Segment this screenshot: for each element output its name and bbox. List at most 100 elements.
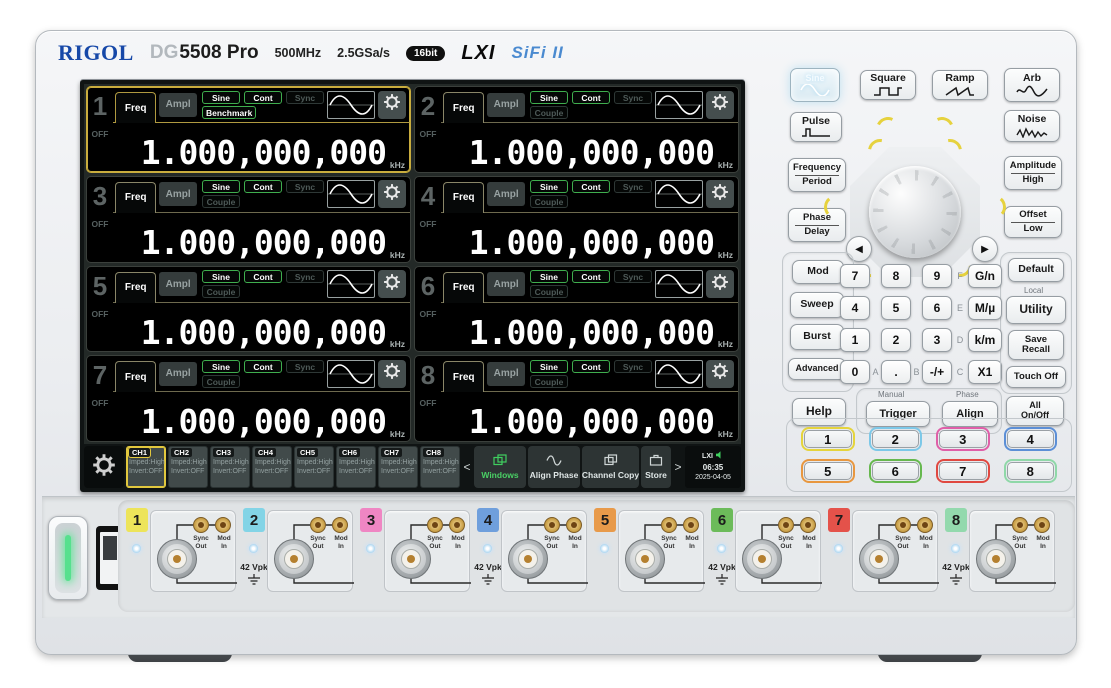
- sign-key[interactable]: -/+: [922, 360, 952, 384]
- amplitude-high-button[interactable]: AmplitudeHigh: [1004, 156, 1062, 190]
- advanced-button[interactable]: Advanced: [788, 358, 846, 380]
- channel-select-key[interactable]: 4: [1007, 430, 1055, 448]
- waveform-pill[interactable]: Sine: [202, 360, 240, 373]
- numpad-key[interactable]: 7: [840, 264, 870, 288]
- channel-settings-button[interactable]: [706, 91, 734, 119]
- channel-tab[interactable]: CH4 Imped:HighZ Invert:OFF: [252, 446, 292, 488]
- freq-tab[interactable]: Freq: [443, 361, 484, 392]
- freq-tab[interactable]: Freq: [443, 92, 484, 123]
- frequency-period-button[interactable]: FrequencyPeriod: [788, 158, 846, 192]
- channel-select-key[interactable]: 5: [804, 462, 852, 480]
- sync-pill[interactable]: Sync: [286, 91, 324, 104]
- waveform-preview[interactable]: [327, 91, 375, 119]
- system-settings-button[interactable]: [84, 446, 124, 488]
- ampl-button[interactable]: Ampl: [159, 272, 197, 296]
- waveform-pill[interactable]: Sine: [530, 180, 568, 193]
- sync-pill[interactable]: Sync: [614, 91, 652, 104]
- numpad-key[interactable]: 5: [881, 296, 911, 320]
- cursor-right-button[interactable]: ▶: [972, 236, 998, 262]
- mode-pill[interactable]: Cont: [244, 360, 282, 373]
- unit-suffix-key[interactable]: k/m: [968, 328, 1002, 352]
- ampl-button[interactable]: Ampl: [159, 182, 197, 206]
- waveform-preview[interactable]: [327, 180, 375, 208]
- save-recall-button[interactable]: SaveRecall: [1008, 330, 1064, 360]
- align-phase-button[interactable]: Align Phase: [528, 446, 580, 488]
- sync-pill[interactable]: Sync: [286, 180, 324, 193]
- channel-settings-button[interactable]: [706, 360, 734, 388]
- waveform-preview[interactable]: [655, 180, 703, 208]
- waveform-preview[interactable]: [655, 360, 703, 388]
- arb-button[interactable]: Arb: [1004, 68, 1060, 102]
- channel-settings-button[interactable]: [378, 91, 406, 119]
- unit-suffix-key[interactable]: M/µ: [968, 296, 1002, 320]
- numpad-key[interactable]: 4: [840, 296, 870, 320]
- ampl-button[interactable]: Ampl: [487, 272, 525, 296]
- channel-settings-button[interactable]: [706, 270, 734, 298]
- freq-tab[interactable]: Freq: [443, 182, 484, 213]
- extra-pill[interactable]: Couple: [530, 285, 568, 298]
- freq-tab[interactable]: Freq: [115, 272, 156, 303]
- channel-tab[interactable]: CH5 Imped:HighZ Invert:OFF: [294, 446, 334, 488]
- waveform-pill[interactable]: Sine: [530, 270, 568, 283]
- unit-suffix-key[interactable]: G/n: [968, 264, 1002, 288]
- status-box[interactable]: LXI 06:35 2025-04-05: [685, 446, 741, 488]
- extra-pill[interactable]: Couple: [530, 195, 568, 208]
- channel-tab[interactable]: CH2 Imped:HighZ Invert:OFF: [168, 446, 208, 488]
- mode-pill[interactable]: Cont: [244, 91, 282, 104]
- burst-button[interactable]: Burst: [790, 324, 844, 350]
- windows-button[interactable]: Windows: [474, 446, 526, 488]
- channel-tab[interactable]: CH3 Imped:HighZ Invert:OFF: [210, 446, 250, 488]
- mode-pill[interactable]: Cont: [572, 360, 610, 373]
- decimal-key[interactable]: .: [881, 360, 911, 384]
- extra-pill[interactable]: Couple: [202, 375, 240, 388]
- mode-pill[interactable]: Cont: [572, 180, 610, 193]
- waveform-preview[interactable]: [327, 360, 375, 388]
- noise-button[interactable]: Noise: [1004, 110, 1060, 142]
- touch-off-button[interactable]: Touch Off: [1006, 366, 1066, 388]
- ampl-button[interactable]: Ampl: [487, 182, 525, 206]
- default-button[interactable]: Default: [1008, 258, 1064, 282]
- square-button[interactable]: Square: [860, 70, 916, 100]
- sweep-button[interactable]: Sweep: [790, 292, 844, 318]
- touchscreen[interactable]: 1 OFF Freq Ampl Sine Cont Sync Benchmark: [80, 80, 745, 492]
- sine-button[interactable]: Sine: [790, 68, 840, 102]
- mode-pill[interactable]: Cont: [572, 270, 610, 283]
- channel-settings-button[interactable]: [706, 180, 734, 208]
- ampl-button[interactable]: Ampl: [487, 93, 525, 117]
- waveform-pill[interactable]: Sine: [202, 270, 240, 283]
- extra-pill[interactable]: Couple: [202, 285, 240, 298]
- numpad-key[interactable]: 8: [881, 264, 911, 288]
- mode-pill[interactable]: Cont: [244, 180, 282, 193]
- waveform-preview[interactable]: [655, 91, 703, 119]
- power-button[interactable]: [48, 516, 88, 600]
- mode-pill[interactable]: Cont: [572, 91, 610, 104]
- channel-copy-button[interactable]: Channel Copy: [582, 446, 639, 488]
- channel-tab[interactable]: CH8 Imped:HighZ Invert:OFF: [420, 446, 460, 488]
- sync-pill[interactable]: Sync: [614, 360, 652, 373]
- numpad-key[interactable]: 3: [922, 328, 952, 352]
- ramp-button[interactable]: Ramp: [932, 70, 988, 100]
- sync-pill[interactable]: Sync: [614, 180, 652, 193]
- scroll-left-arrow[interactable]: <: [462, 446, 472, 488]
- sync-pill[interactable]: Sync: [614, 270, 652, 283]
- waveform-pill[interactable]: Sine: [530, 360, 568, 373]
- channel-tab[interactable]: CH1 Imped:HighZ Invert:OFF: [126, 446, 166, 488]
- rotary-knob[interactable]: [869, 166, 961, 258]
- waveform-preview[interactable]: [327, 270, 375, 298]
- sync-pill[interactable]: Sync: [286, 270, 324, 283]
- extra-pill[interactable]: Benchmark: [202, 106, 256, 119]
- numpad-key[interactable]: 9: [922, 264, 952, 288]
- freq-tab[interactable]: Freq: [443, 272, 484, 303]
- sync-pill[interactable]: Sync: [286, 360, 324, 373]
- offset-low-button[interactable]: OffsetLow: [1004, 206, 1062, 238]
- channel-settings-button[interactable]: [378, 360, 406, 388]
- waveform-preview[interactable]: [655, 270, 703, 298]
- channel-tab[interactable]: CH6 Imped:HighZ Invert:OFF: [336, 446, 376, 488]
- numpad-key[interactable]: 1: [840, 328, 870, 352]
- numpad-key[interactable]: 2: [881, 328, 911, 352]
- waveform-pill[interactable]: Sine: [202, 180, 240, 193]
- pulse-button[interactable]: Pulse: [790, 112, 842, 142]
- freq-tab[interactable]: Freq: [115, 182, 156, 213]
- x1-key[interactable]: X1: [968, 360, 1002, 384]
- ampl-button[interactable]: Ampl: [487, 362, 525, 386]
